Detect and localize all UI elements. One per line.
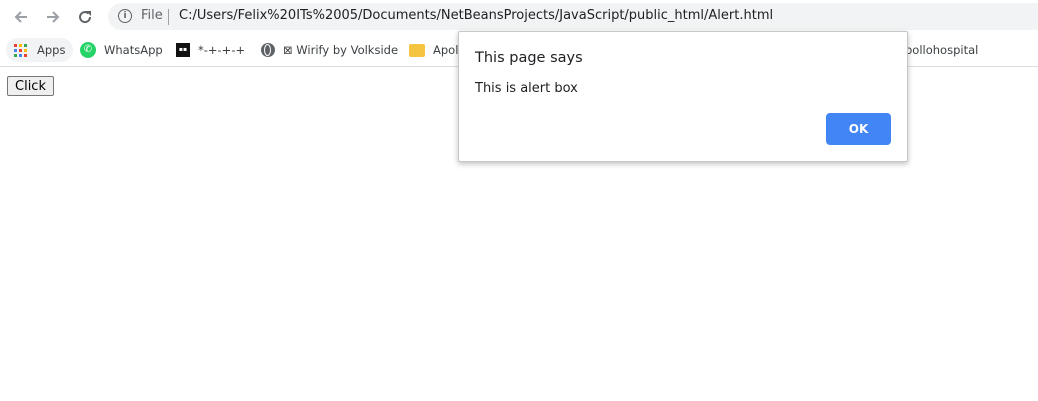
bookmark-label: Apps — [37, 43, 66, 57]
address-bar[interactable]: i File C:/Users/Felix%20ITs%2005/Documen… — [108, 3, 1038, 30]
folder-icon — [409, 43, 425, 57]
scheme-label: File — [141, 8, 163, 23]
alert-dialog: This page says This is alert box OK — [458, 31, 908, 162]
browser-toolbar: i File C:/Users/Felix%20ITs%2005/Documen… — [0, 0, 1038, 34]
bookmark-whatsapp[interactable]: ✆ WhatsApp — [80, 38, 163, 62]
click-button[interactable]: Click — [7, 76, 54, 96]
url-text[interactable]: C:/Users/Felix%20ITs%2005/Documents/NetB… — [179, 8, 773, 23]
omnibox-divider — [168, 9, 169, 25]
forward-button[interactable] — [40, 4, 66, 30]
bookmark-custom[interactable]: ▪▪ *-+-+-+ — [176, 38, 245, 62]
bookmark-apollohospital[interactable]: pollohospital — [905, 38, 978, 62]
alert-message: This is alert box — [475, 81, 578, 96]
back-button[interactable] — [8, 4, 34, 30]
arrow-right-icon — [47, 11, 60, 23]
bookmark-wirify[interactable]: ⊠ Wirify by Volkside — [261, 38, 398, 62]
bookmark-label: Apol — [433, 43, 459, 57]
bookmark-label: *-+-+-+ — [198, 43, 246, 57]
dark-square-icon: ▪▪ — [176, 43, 190, 57]
bookmark-label: pollohospital — [905, 43, 979, 57]
apps-grid-icon — [14, 43, 27, 57]
bookmark-label: ⊠ Wirify by Volkside — [283, 43, 399, 57]
ok-button[interactable]: OK — [826, 113, 891, 145]
info-icon[interactable]: i — [118, 9, 132, 23]
bookmark-apollo[interactable]: Apol — [409, 38, 458, 62]
globe-icon — [261, 43, 275, 57]
bookmark-label: WhatsApp — [104, 43, 163, 57]
reload-button[interactable] — [72, 4, 98, 30]
whatsapp-icon: ✆ — [80, 42, 96, 58]
reload-icon — [79, 11, 92, 24]
alert-title: This page says — [475, 50, 583, 66]
arrow-left-icon — [14, 11, 27, 23]
bookmark-apps[interactable]: Apps — [6, 38, 74, 62]
